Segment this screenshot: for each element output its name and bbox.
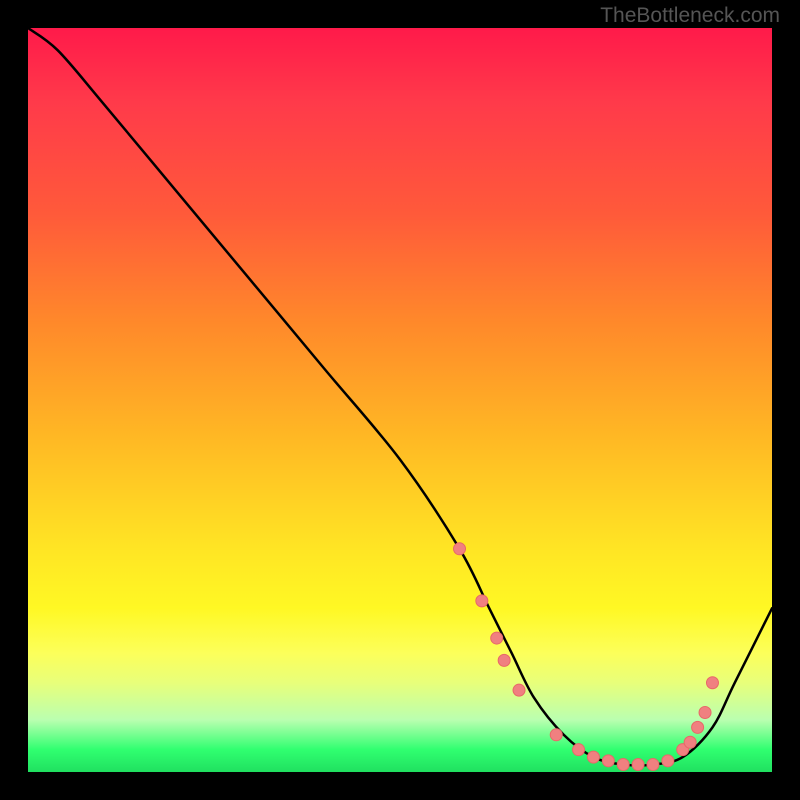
chart-marker (647, 759, 659, 771)
chart-marker (692, 721, 704, 733)
chart-marker (573, 744, 585, 756)
bottleneck-curve (28, 28, 772, 765)
chart-marker (550, 729, 562, 741)
chart-svg (28, 28, 772, 772)
chart-marker (513, 684, 525, 696)
chart-marker (699, 706, 711, 718)
chart-marker (498, 654, 510, 666)
chart-marker (454, 543, 466, 555)
chart-marker (491, 632, 503, 644)
chart-marker (476, 595, 488, 607)
chart-marker (706, 677, 718, 689)
chart-marker (602, 755, 614, 767)
chart-marker (632, 759, 644, 771)
watermark-label: TheBottleneck.com (600, 4, 780, 28)
chart-marker (587, 751, 599, 763)
chart-marker (662, 755, 674, 767)
chart-marker (684, 736, 696, 748)
chart-plot-area (28, 28, 772, 772)
chart-markers (454, 543, 719, 771)
chart-marker (617, 759, 629, 771)
